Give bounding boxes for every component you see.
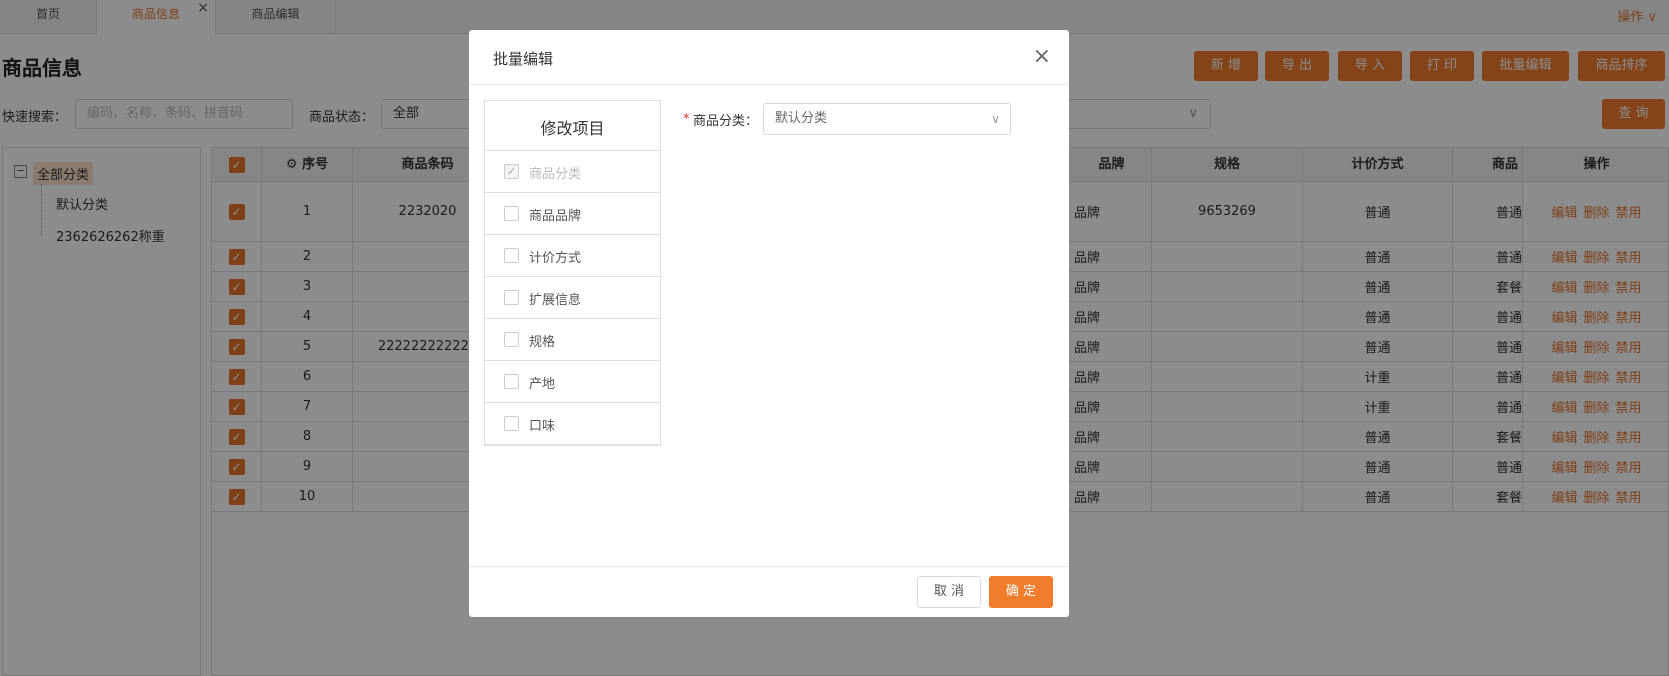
divider [469,566,1069,567]
item-label: 商品品牌 [529,209,582,224]
checkbox-icon[interactable] [504,290,519,305]
confirm-button[interactable]: 确 定 [989,576,1053,608]
checkbox-checked-icon[interactable]: ✓ [504,164,519,179]
checkbox-icon[interactable] [504,248,519,263]
item-label: 扩展信息 [529,293,582,308]
item-label: 口味 [529,419,556,434]
modify-item[interactable]: 产地 [485,361,660,403]
modify-item[interactable]: 商品品牌 [485,193,660,235]
batch-edit-dialog: 批量编辑 × 修改项目 ✓ 商品分类商品品牌计价方式扩展信息规格产地口味 * 商品… [469,30,1069,617]
item-label: 规格 [529,335,556,350]
modify-item[interactable]: 计价方式 [485,235,660,277]
checkbox-icon[interactable] [504,374,519,389]
close-icon[interactable]: × [1033,44,1051,69]
item-label: 产地 [529,377,556,392]
checkbox-icon[interactable] [504,416,519,431]
modify-item[interactable]: ✓ 商品分类 [485,151,660,193]
items-header: 修改项目 [485,101,660,151]
dialog-title: 批量编辑 [493,50,554,68]
checkbox-icon[interactable] [504,332,519,347]
cancel-button[interactable]: 取 消 [917,576,981,608]
category-field-label: 商品分类： [693,114,759,129]
modify-items-panel: 修改项目 ✓ 商品分类商品品牌计价方式扩展信息规格产地口味 [484,100,661,446]
divider [469,84,1069,85]
modify-item[interactable]: 规格 [485,319,660,361]
checkbox-icon[interactable] [504,206,519,221]
category-select[interactable]: 默认分类 ∨ [763,103,1011,135]
chevron-down-icon: ∨ [991,112,1000,126]
modify-item[interactable]: 扩展信息 [485,277,660,319]
item-label: 计价方式 [529,251,582,266]
modify-item[interactable]: 口味 [485,403,660,445]
required-marker: * [683,112,690,127]
item-label: 商品分类 [529,167,582,182]
